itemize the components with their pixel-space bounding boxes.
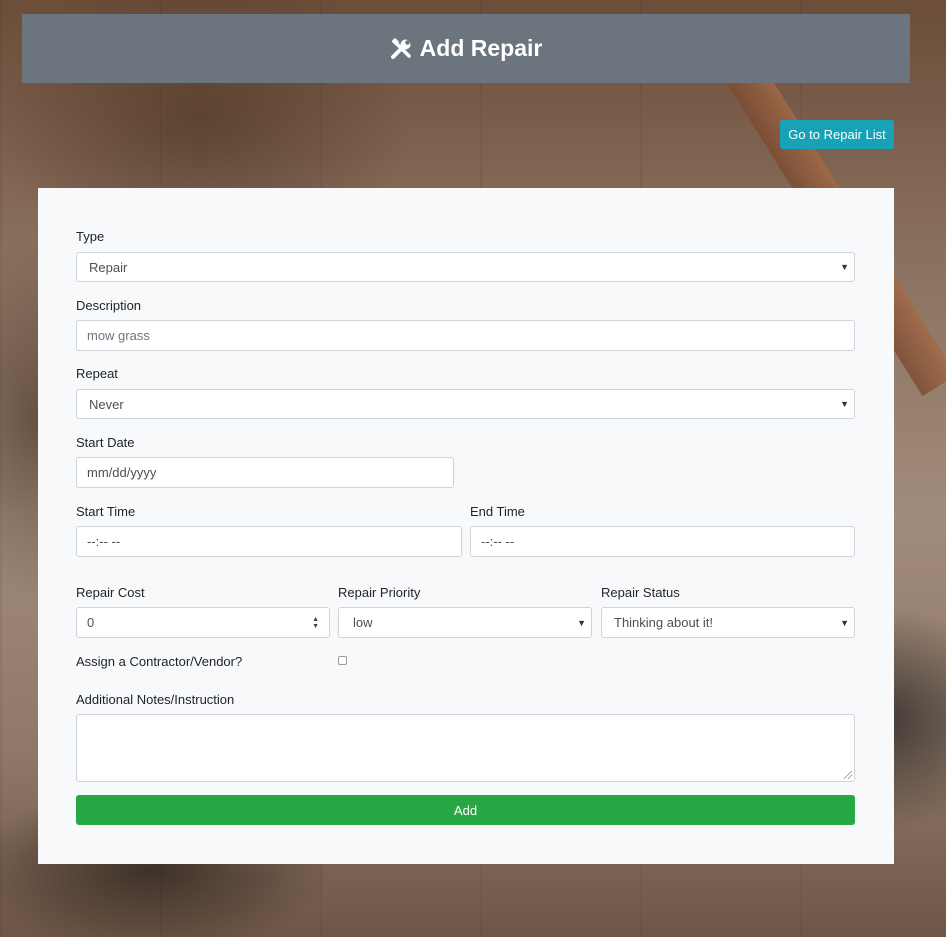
repeat-value: Never bbox=[89, 396, 124, 412]
notes-textarea[interactable] bbox=[76, 714, 855, 782]
type-label: Type bbox=[76, 229, 105, 244]
end-time-input[interactable]: --:-- -- bbox=[470, 526, 855, 557]
chevron-down-icon: ▼ bbox=[577, 617, 586, 628]
repair-cost-value: 0 bbox=[87, 615, 95, 630]
chevron-down-icon: ▼ bbox=[840, 262, 849, 272]
type-select[interactable]: Repair ▼ bbox=[76, 252, 855, 282]
go-to-repair-list-button[interactable]: Go to Repair List bbox=[780, 120, 894, 149]
description-placeholder: mow grass bbox=[87, 328, 150, 343]
start-time-label: Start Time bbox=[76, 504, 136, 519]
start-time-input[interactable]: --:-- -- bbox=[76, 526, 462, 557]
repair-priority-select[interactable]: low ▼ bbox=[338, 607, 592, 638]
end-time-placeholder: --:-- -- bbox=[481, 534, 515, 549]
repair-priority-label: Repair Priority bbox=[338, 585, 421, 600]
contractor-label: Assign a Contractor/Vendor? bbox=[76, 654, 243, 669]
repair-status-value: Thinking about it! bbox=[614, 615, 714, 630]
page-title: Add Repair bbox=[419, 35, 543, 61]
stepper-arrows-icon[interactable]: ▲ ▼ bbox=[312, 616, 319, 630]
add-repair-form: Type Repair ▼ Description mow grass Repe… bbox=[38, 188, 894, 864]
tools-icon bbox=[390, 37, 414, 61]
repair-cost-label: Repair Cost bbox=[76, 585, 145, 600]
contractor-checkbox[interactable] bbox=[338, 656, 347, 665]
start-time-placeholder: --:-- -- bbox=[87, 534, 121, 549]
chevron-down-icon: ▼ bbox=[840, 399, 849, 409]
repair-priority-value: low bbox=[353, 615, 373, 630]
repeat-select[interactable]: Never ▼ bbox=[76, 389, 855, 419]
end-time-label: End Time bbox=[470, 504, 525, 519]
page-header: Add Repair bbox=[22, 14, 910, 83]
type-value: Repair bbox=[89, 259, 128, 275]
start-date-input[interactable]: mm/dd/yyyy bbox=[76, 457, 454, 488]
repair-status-label: Repair Status bbox=[601, 585, 680, 600]
repair-status-select[interactable]: Thinking about it! ▼ bbox=[601, 607, 855, 638]
repeat-label: Repeat bbox=[76, 366, 118, 381]
repair-cost-input[interactable]: 0 ▲ ▼ bbox=[76, 607, 330, 638]
chevron-down-icon: ▼ bbox=[840, 617, 849, 628]
notes-label: Additional Notes/Instruction bbox=[76, 692, 235, 707]
resize-grip-icon[interactable] bbox=[844, 771, 852, 779]
start-date-placeholder: mm/dd/yyyy bbox=[87, 465, 157, 480]
add-button[interactable]: Add bbox=[76, 795, 855, 825]
start-date-label: Start Date bbox=[76, 435, 135, 450]
description-label: Description bbox=[76, 298, 142, 313]
description-input[interactable]: mow grass bbox=[76, 320, 855, 351]
